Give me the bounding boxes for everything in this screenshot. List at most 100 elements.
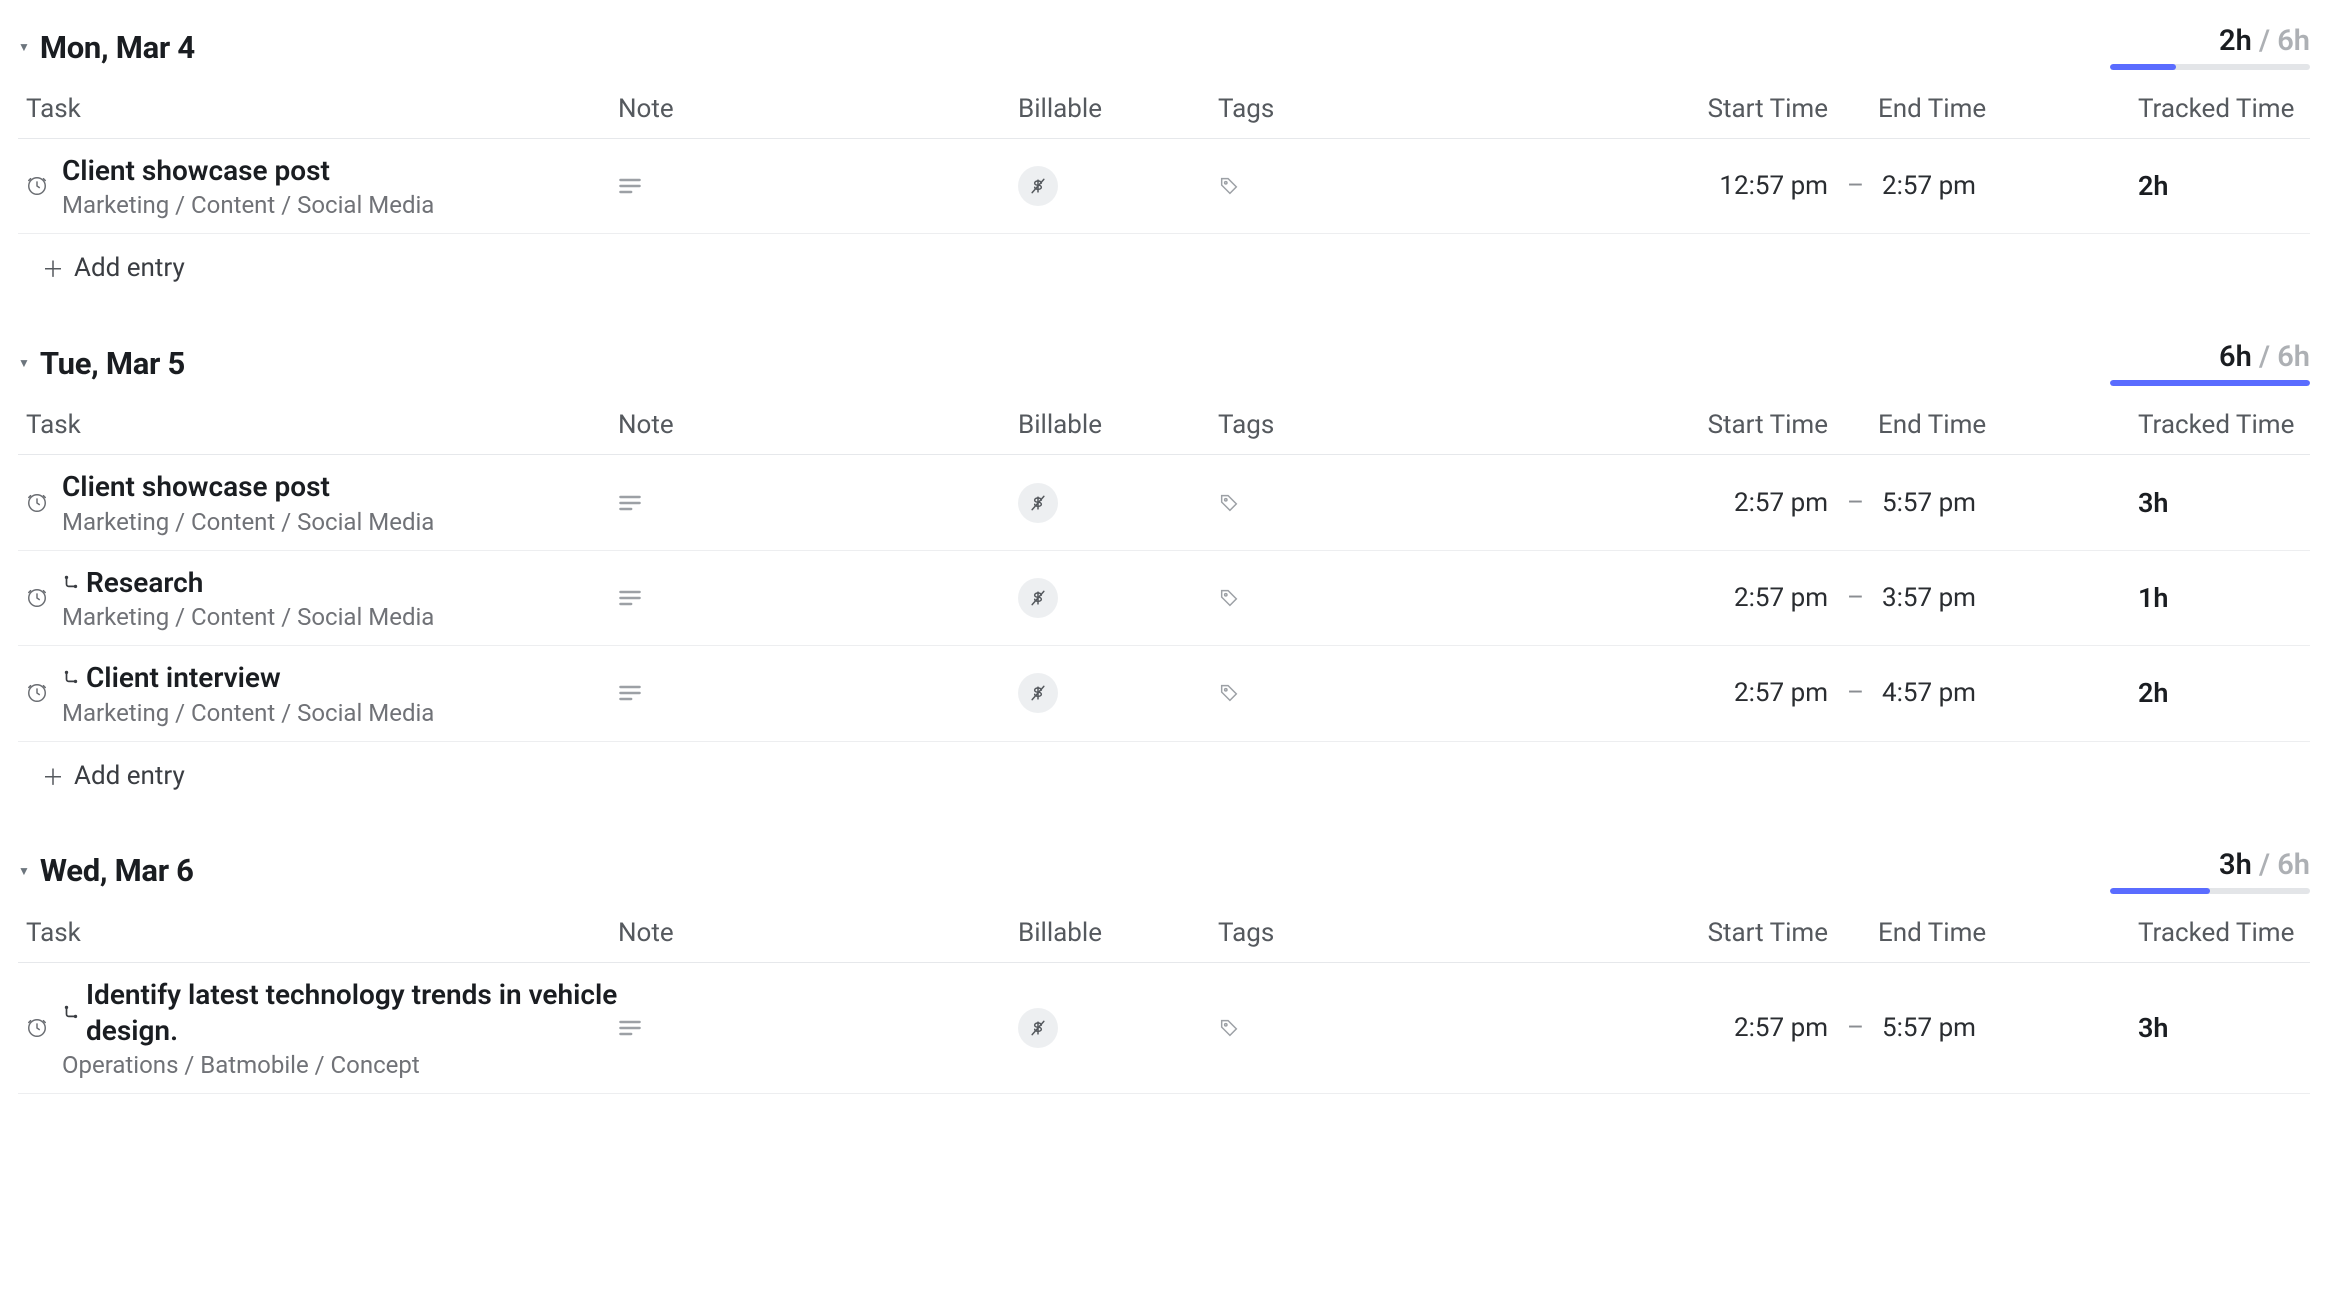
subtask-icon: [62, 574, 80, 592]
clock-icon: [26, 587, 48, 609]
col-header-task: Task: [18, 918, 618, 948]
entry-row[interactable]: Client showcase post Marketing / Content…: [18, 139, 2310, 234]
col-header-tags: Tags: [1218, 918, 1618, 948]
end-time[interactable]: 4:57 pm: [1878, 678, 2138, 708]
col-header-billable: Billable: [1018, 918, 1218, 948]
tag-icon[interactable]: [1218, 587, 1240, 609]
end-time[interactable]: 2:57 pm: [1878, 171, 2138, 201]
day-collapse-toggle[interactable]: ▼: [18, 864, 30, 878]
col-header-start: Start Time: [1618, 94, 1878, 124]
start-time[interactable]: 2:57 pm: [1618, 1013, 1878, 1043]
note-icon[interactable]: [618, 494, 642, 512]
entry-row[interactable]: Client showcase post Marketing / Content…: [18, 455, 2310, 550]
day-progress-text: 2h / 6h: [2219, 24, 2310, 58]
entry-row[interactable]: Research Marketing / Content / Social Me…: [18, 551, 2310, 646]
clock-icon: [26, 492, 48, 514]
day-header: ▼ Mon, Mar 4 2h / 6h: [18, 20, 2310, 80]
day-header: ▼ Wed, Mar 6 3h / 6h: [18, 844, 2310, 904]
tracked-time[interactable]: 3h: [2138, 1012, 2328, 1044]
end-time[interactable]: 5:57 pm: [1878, 488, 2138, 518]
entry-row[interactable]: Client interview Marketing / Content / S…: [18, 646, 2310, 741]
tag-icon[interactable]: [1218, 175, 1240, 197]
col-header-task: Task: [18, 410, 618, 440]
task-name[interactable]: Client showcase post: [62, 153, 330, 189]
col-header-end: End Time: [1878, 94, 2138, 124]
billable-toggle[interactable]: [1018, 166, 1058, 206]
col-header-tracked: Tracked Time: [2138, 94, 2328, 124]
note-icon[interactable]: [618, 589, 642, 607]
add-entry-button[interactable]: ＋ Add entry: [18, 234, 2310, 288]
tracked-time[interactable]: 2h: [2138, 170, 2328, 202]
day-progress-bar: [2110, 380, 2310, 386]
day-progress-text: 6h / 6h: [2219, 340, 2310, 374]
col-header-note: Note: [618, 918, 1018, 948]
day-section: ▼ Mon, Mar 4 2h / 6h Task Note Billable …: [18, 20, 2310, 288]
plus-icon: ＋: [42, 760, 64, 792]
column-headers: Task Note Billable Tags Start Time End T…: [18, 904, 2310, 963]
col-header-tracked: Tracked Time: [2138, 918, 2328, 948]
task-path: Marketing / Content / Social Media: [62, 699, 434, 727]
tag-icon[interactable]: [1218, 1017, 1240, 1039]
col-header-start: Start Time: [1618, 918, 1878, 948]
start-time[interactable]: 2:57 pm: [1618, 583, 1878, 613]
clock-icon: [26, 1017, 48, 1039]
column-headers: Task Note Billable Tags Start Time End T…: [18, 80, 2310, 139]
entry-row[interactable]: Identify latest technology trends in veh…: [18, 963, 2310, 1095]
billable-toggle[interactable]: [1018, 673, 1058, 713]
billable-toggle[interactable]: [1018, 578, 1058, 618]
start-time[interactable]: 2:57 pm: [1618, 678, 1878, 708]
day-title: Mon, Mar 4: [40, 29, 195, 66]
task-name[interactable]: Client interview: [86, 660, 281, 696]
day-title: Tue, Mar 5: [40, 345, 185, 382]
col-header-start: Start Time: [1618, 410, 1878, 440]
tag-icon[interactable]: [1218, 492, 1240, 514]
add-entry-label: Add entry: [74, 253, 185, 283]
task-name[interactable]: Research: [86, 565, 203, 601]
tracked-time[interactable]: 1h: [2138, 582, 2328, 614]
end-time[interactable]: 5:57 pm: [1878, 1013, 2138, 1043]
day-progress-bar: [2110, 888, 2310, 894]
subtask-icon: [62, 1004, 80, 1022]
col-header-tags: Tags: [1218, 94, 1618, 124]
start-time[interactable]: 2:57 pm: [1618, 488, 1878, 518]
tag-icon[interactable]: [1218, 682, 1240, 704]
task-path: Marketing / Content / Social Media: [62, 191, 434, 219]
start-time[interactable]: 12:57 pm: [1618, 171, 1878, 201]
col-header-billable: Billable: [1018, 410, 1218, 440]
col-header-end: End Time: [1878, 918, 2138, 948]
task-name[interactable]: Client showcase post: [62, 469, 330, 505]
column-headers: Task Note Billable Tags Start Time End T…: [18, 396, 2310, 455]
day-header: ▼ Tue, Mar 5 6h / 6h: [18, 336, 2310, 396]
day-collapse-toggle[interactable]: ▼: [18, 356, 30, 370]
add-entry-button[interactable]: ＋ Add entry: [18, 742, 2310, 796]
note-icon[interactable]: [618, 1019, 642, 1037]
plus-icon: ＋: [42, 252, 64, 284]
clock-icon: [26, 175, 48, 197]
day-title: Wed, Mar 6: [40, 852, 194, 889]
col-header-billable: Billable: [1018, 94, 1218, 124]
task-path: Operations / Batmobile / Concept: [62, 1051, 618, 1079]
note-icon[interactable]: [618, 684, 642, 702]
col-header-task: Task: [18, 94, 618, 124]
col-header-end: End Time: [1878, 410, 2138, 440]
add-entry-label: Add entry: [74, 761, 185, 791]
col-header-tracked: Tracked Time: [2138, 410, 2328, 440]
day-section: ▼ Wed, Mar 6 3h / 6h Task Note Billable …: [18, 844, 2310, 1095]
tracked-time[interactable]: 3h: [2138, 487, 2328, 519]
day-section: ▼ Tue, Mar 5 6h / 6h Task Note Billable …: [18, 336, 2310, 795]
clock-icon: [26, 682, 48, 704]
col-header-tags: Tags: [1218, 410, 1618, 440]
note-icon[interactable]: [618, 177, 642, 195]
task-path: Marketing / Content / Social Media: [62, 508, 434, 536]
tracked-time[interactable]: 2h: [2138, 677, 2328, 709]
day-collapse-toggle[interactable]: ▼: [18, 40, 30, 54]
task-path: Marketing / Content / Social Media: [62, 603, 434, 631]
subtask-icon: [62, 669, 80, 687]
task-name[interactable]: Identify latest technology trends in veh…: [86, 977, 618, 1050]
day-progress-text: 3h / 6h: [2219, 848, 2310, 882]
billable-toggle[interactable]: [1018, 483, 1058, 523]
billable-toggle[interactable]: [1018, 1008, 1058, 1048]
col-header-note: Note: [618, 94, 1018, 124]
day-progress-bar: [2110, 64, 2310, 70]
end-time[interactable]: 3:57 pm: [1878, 583, 2138, 613]
